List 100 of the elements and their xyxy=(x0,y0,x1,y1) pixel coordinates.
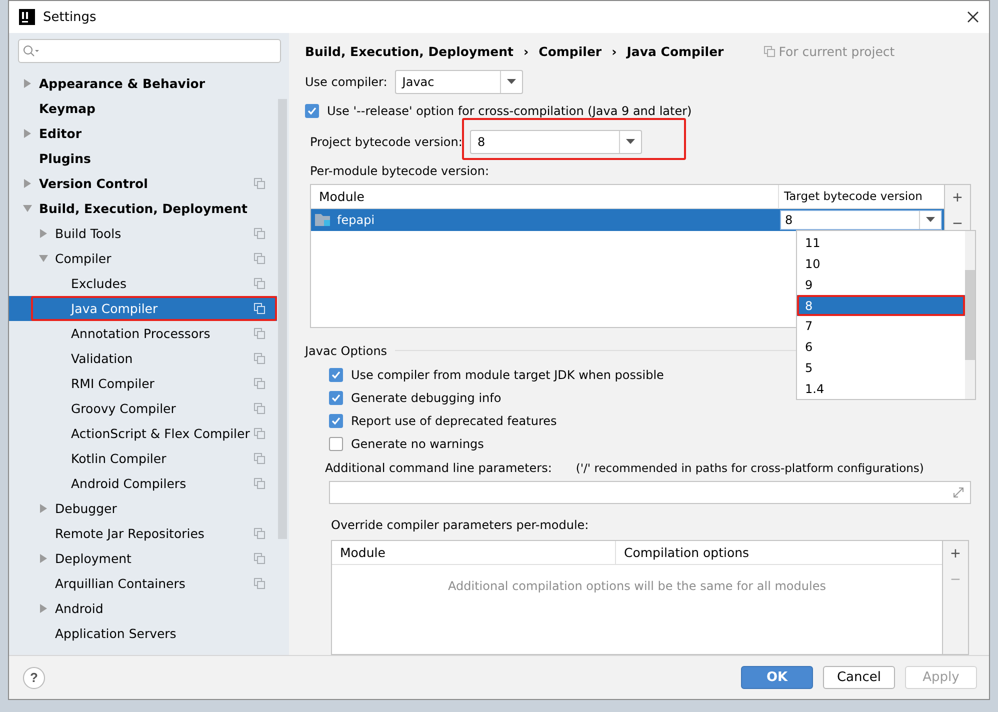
sidebar-item[interactable]: Annotation Processors xyxy=(9,321,277,346)
dialog-button[interactable]: Cancel xyxy=(823,666,895,689)
sidebar-item[interactable]: ActionScript & Flex Compiler xyxy=(9,421,277,446)
sidebar-item[interactable]: Build, Execution, Deployment xyxy=(9,196,277,221)
sidebar-item[interactable]: Remote Jar Repositories xyxy=(9,521,277,546)
sidebar-item[interactable]: Compiler xyxy=(9,246,277,271)
dropdown-option[interactable]: 6 xyxy=(797,336,965,358)
window-title: Settings xyxy=(43,10,98,24)
checkbox[interactable] xyxy=(329,368,343,382)
project-scope-icon xyxy=(254,228,265,239)
checkmark-icon xyxy=(331,370,341,380)
project-scope-icon xyxy=(254,578,265,589)
project-scope-icon xyxy=(254,453,265,464)
field-label: Additional command line parameters: xyxy=(325,460,552,475)
scrollbar-thumb[interactable] xyxy=(278,99,287,539)
project-scope-icon xyxy=(254,403,265,414)
breadcrumb-item: Java Compiler xyxy=(626,44,724,59)
project-scope-icon xyxy=(254,553,265,564)
breadcrumb-item: Compiler xyxy=(538,44,602,59)
sidebar-item[interactable]: Keymap xyxy=(9,96,277,121)
project-scope-icon xyxy=(764,46,775,57)
collapse-arrow-icon[interactable] xyxy=(23,204,32,212)
expand-arrow-icon[interactable] xyxy=(39,604,48,612)
sidebar-item[interactable]: Application Servers xyxy=(9,621,277,646)
compiler-dropdown[interactable]: Javac xyxy=(395,70,524,94)
checkmark-icon xyxy=(331,416,341,426)
search-icon xyxy=(23,45,39,57)
scrollbar-thumb[interactable] xyxy=(965,270,975,360)
sidebar-item[interactable]: Version Control xyxy=(9,171,277,196)
checkbox[interactable] xyxy=(329,436,343,451)
project-scope-icon xyxy=(254,528,265,539)
sidebar-item[interactable]: Debugger xyxy=(9,496,277,521)
caret-icon xyxy=(507,79,516,84)
help-button[interactable]: ? xyxy=(23,666,45,688)
checkmark-icon xyxy=(331,392,341,403)
section-title: Javac Options xyxy=(305,344,388,358)
checkmark-icon xyxy=(307,106,317,116)
app-logo-icon xyxy=(19,9,35,25)
expand-arrow-icon[interactable] xyxy=(39,554,48,562)
expand-arrow-icon[interactable] xyxy=(23,178,32,188)
sidebar-item[interactable]: Appearance & Behavior xyxy=(9,71,277,96)
project-scope-icon xyxy=(254,303,265,314)
project-scope-icon xyxy=(254,328,265,339)
dropdown-option[interactable]: 9 xyxy=(797,274,965,296)
sidebar-item[interactable]: Editor xyxy=(9,121,277,146)
sidebar-item[interactable]: Build Tools xyxy=(9,221,277,246)
dropdown-option[interactable]: 1.4 xyxy=(797,378,965,399)
folder-icon xyxy=(315,213,331,226)
field-label: Use compiler: xyxy=(305,74,388,89)
sidebar-item[interactable]: Android xyxy=(9,596,277,621)
hint-text: ('/' recommended in paths for cross-platform configurations) xyxy=(576,460,924,475)
checkbox-label: Generate debugging info xyxy=(351,390,502,405)
add-button[interactable]: + xyxy=(952,184,962,211)
project-scope-icon xyxy=(254,253,265,264)
checkbox-label: Report use of deprecated features xyxy=(351,414,557,428)
table-cell: fepapi xyxy=(337,212,375,227)
add-button[interactable]: + xyxy=(950,540,960,567)
caret-icon xyxy=(926,217,935,222)
sidebar-item[interactable]: Excludes xyxy=(9,271,277,296)
column-header: Module xyxy=(318,188,366,206)
bytecode-dropdown[interactable]: 8 xyxy=(470,130,642,154)
sidebar-item[interactable]: Deployment xyxy=(9,546,277,571)
checkbox[interactable] xyxy=(329,414,343,428)
section-label: Per-module bytecode version: xyxy=(310,164,490,178)
target-version-dropdown[interactable]: 8 xyxy=(780,210,942,230)
sidebar-item[interactable]: Java Compiler xyxy=(9,296,277,321)
dropdown-option[interactable]: 8 xyxy=(797,295,965,316)
expand-arrow-icon[interactable] xyxy=(23,128,32,138)
checkbox[interactable] xyxy=(329,390,343,405)
checkbox[interactable] xyxy=(305,104,319,118)
breadcrumb-separator: › xyxy=(523,44,529,59)
caret-icon xyxy=(626,139,636,144)
sidebar-item[interactable]: Android Compilers xyxy=(9,471,277,496)
project-scope-icon xyxy=(254,278,265,289)
sidebar-item[interactable]: Validation xyxy=(9,346,277,371)
project-scope-icon xyxy=(254,478,265,489)
sidebar-item[interactable]: RMI Compiler xyxy=(9,371,277,396)
sidebar-item[interactable]: Groovy Compiler xyxy=(9,396,277,421)
checkbox-label: Generate no warnings xyxy=(351,436,484,451)
dropdown-option[interactable]: 10 xyxy=(797,254,965,274)
project-scope-icon xyxy=(254,378,265,389)
parameters-field[interactable] xyxy=(329,480,971,504)
expand-icon[interactable] xyxy=(953,486,964,498)
section-label: Override compiler parameters per-module: xyxy=(331,518,589,532)
expand-arrow-icon[interactable] xyxy=(39,228,48,238)
close-icon[interactable] xyxy=(967,11,979,23)
search-field[interactable] xyxy=(18,39,281,63)
breadcrumb-separator: › xyxy=(612,44,617,59)
project-scope-icon xyxy=(254,178,265,189)
dropdown-option[interactable]: 5 xyxy=(797,357,965,378)
sidebar-item[interactable]: Arquillian Containers xyxy=(9,571,277,596)
dialog-button[interactable]: OK xyxy=(741,666,813,689)
expand-arrow-icon[interactable] xyxy=(39,504,48,512)
sidebar-item[interactable]: Kotlin Compiler xyxy=(9,446,277,471)
table-row[interactable]: fepapi 8 xyxy=(311,208,944,231)
dropdown-option[interactable]: 7 xyxy=(797,316,965,337)
field-label: Project bytecode version: xyxy=(310,134,462,149)
collapse-arrow-icon[interactable] xyxy=(39,254,48,262)
expand-arrow-icon[interactable] xyxy=(23,78,32,88)
sidebar-item[interactable]: Plugins xyxy=(9,146,277,171)
